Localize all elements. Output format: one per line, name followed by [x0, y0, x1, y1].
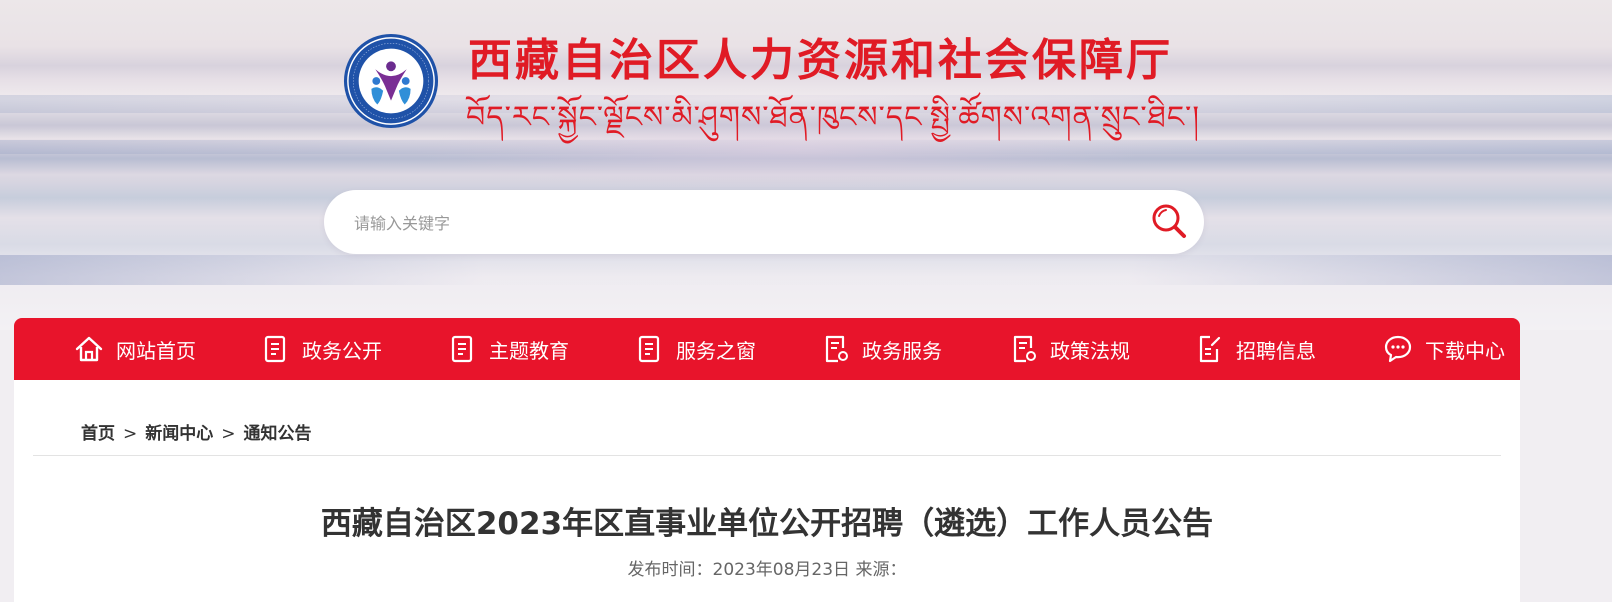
search-icon[interactable] [1148, 200, 1192, 244]
breadcrumb: 首页 > 新闻中心 > 通知公告 [81, 419, 312, 444]
breadcrumb-notices[interactable]: 通知公告 [244, 424, 312, 444]
nav-item-home[interactable]: 网站首页 [74, 318, 196, 380]
home-icon [75, 336, 103, 362]
nav-label: 服务之窗 [676, 338, 756, 363]
site-title: 西藏自治区人力资源和社会保障厅 [468, 35, 1173, 86]
nav-item-service-window[interactable]: 服务之窗 [636, 318, 756, 380]
breadcrumb-home[interactable]: 首页 [81, 424, 115, 444]
divider [33, 455, 1501, 456]
nav-label: 网站首页 [116, 338, 196, 363]
nav-label: 政策法规 [1050, 338, 1130, 363]
nav-item-downloads[interactable]: 下载中心 [1383, 318, 1505, 380]
nav-label: 下载中心 [1425, 338, 1505, 363]
breadcrumb-separator: > [221, 424, 236, 444]
search-bar [324, 190, 1204, 254]
nav-item-recruitment[interactable]: 招聘信息 [1196, 318, 1316, 380]
banner-streak [0, 255, 1612, 285]
breadcrumb-separator: > [123, 424, 138, 444]
document-icon [638, 335, 660, 363]
nav-label: 招聘信息 [1236, 338, 1316, 363]
nav-item-policies[interactable]: 政策法规 [1010, 318, 1130, 380]
nav-item-theme-education[interactable]: 主题教育 [449, 318, 569, 380]
nav-label: 政务公开 [302, 338, 382, 363]
article-meta: 发布时间：2023年08月23日 来源： [627, 560, 907, 580]
nav-item-gov-affairs[interactable]: 政务公开 [262, 318, 382, 380]
nav-item-gov-services[interactable]: 政务服务 [822, 318, 942, 380]
article-title: 西藏自治区2023年区直事业单位公开招聘（遴选）工作人员公告 [320, 506, 1214, 542]
nav-label: 政务服务 [862, 338, 942, 363]
document-settings-icon [825, 335, 848, 363]
site-title-tibetan: བོད་རང་སྐྱོང་ལྗོངས་མི་ཤུགས་ཐོན་ཁུངས་དང་ས… [466, 100, 1201, 135]
edit-document-icon [1199, 335, 1221, 363]
breadcrumb-news-center[interactable]: 新闻中心 [145, 424, 213, 444]
nav-label: 主题教育 [489, 338, 569, 363]
document-icon [451, 335, 473, 363]
chat-icon [1384, 335, 1412, 363]
search-input[interactable] [352, 208, 1116, 238]
department-logo [343, 33, 439, 129]
document-icon [264, 335, 286, 363]
main-nav: 网站首页 政务公开 主题教育 服务之窗 政务服务 政策法规 招聘信息 下载中心 [14, 318, 1520, 380]
document-settings-icon [1013, 335, 1036, 363]
